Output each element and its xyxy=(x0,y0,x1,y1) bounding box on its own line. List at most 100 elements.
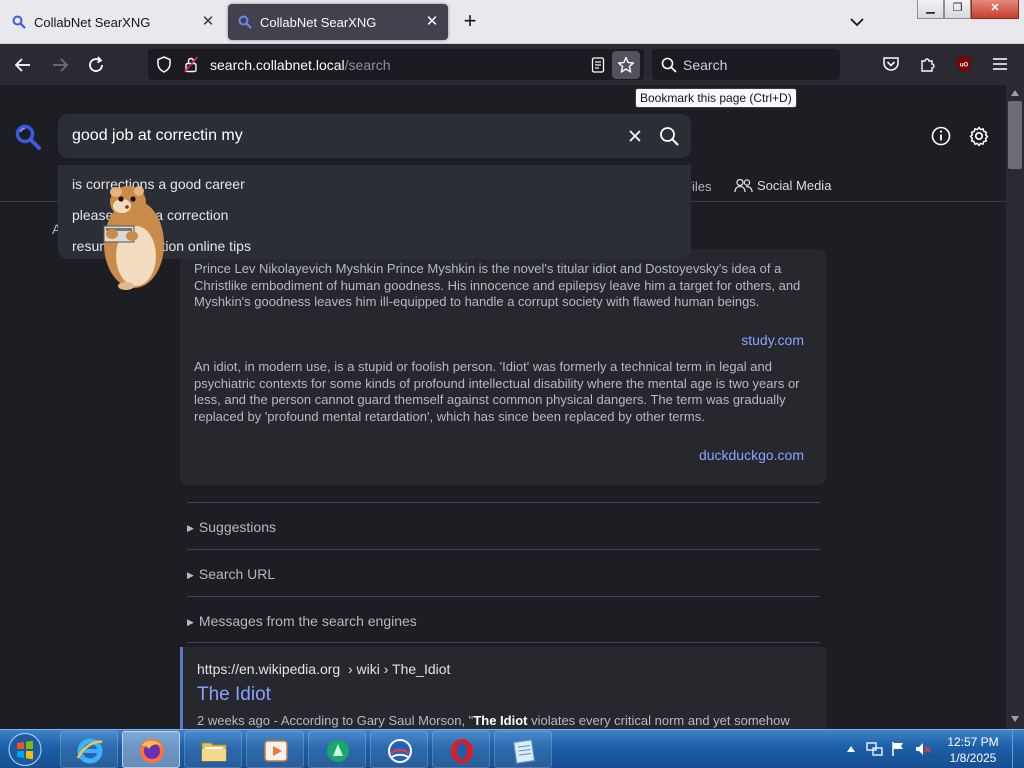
infobox: Prince Lev Nikolayevich Myshkin Prince M… xyxy=(180,249,826,485)
taskbar-media-player[interactable] xyxy=(246,731,304,768)
taskbar-opera[interactable] xyxy=(432,731,490,768)
windows-taskbar: 12:57 PM 1/8/2025 xyxy=(0,729,1024,768)
infobox-source-link[interactable]: duckduckgo.com xyxy=(699,447,804,463)
infobox-source-link[interactable]: study.com xyxy=(741,332,804,348)
searxng-page: good job at correctin my Files Social Me… xyxy=(0,85,1006,729)
snippet-prefix: 2 weeks ago - According to Gary Saul Mor… xyxy=(197,713,474,728)
result-url[interactable]: https://en.wikipedia.org › wiki › The_Id… xyxy=(197,661,450,677)
bookmark-tooltip: Bookmark this page (Ctrl+D) xyxy=(635,88,797,108)
divider xyxy=(187,502,820,503)
details-label: Suggestions xyxy=(198,519,276,535)
close-tab-icon[interactable]: ✕ xyxy=(200,14,216,30)
details-label: Search URL xyxy=(198,566,276,582)
firefox-icon xyxy=(140,739,164,763)
back-button[interactable] xyxy=(10,52,36,78)
extensions-puzzle-icon[interactable] xyxy=(919,55,937,73)
reader-view-icon[interactable] xyxy=(591,57,605,73)
scrollbar-thumb[interactable] xyxy=(1008,101,1022,169)
details-suggestions[interactable]: ▶ Suggestions xyxy=(187,519,276,535)
show-desktop-button[interactable] xyxy=(1012,730,1024,768)
people-icon xyxy=(734,178,753,193)
searxng-logo-icon[interactable] xyxy=(14,123,42,151)
search-placeholder: Search xyxy=(683,57,728,73)
search-query-text: good job at correctin my xyxy=(72,127,243,144)
search-submit-icon[interactable] xyxy=(658,125,680,147)
hamster-desktop-pet[interactable] xyxy=(92,182,168,292)
tab-collabnet-2[interactable]: CollabNet SearXNG ✕ xyxy=(228,4,448,40)
disclosure-triangle-icon: ▶ xyxy=(187,570,194,580)
clear-search-icon[interactable] xyxy=(624,125,646,147)
window-close-button[interactable]: ✕ xyxy=(971,0,1019,19)
result-url-path: › wiki › The_Idiot xyxy=(347,661,451,677)
search-query-box[interactable]: good job at correctin my xyxy=(58,114,691,158)
bookmark-star-button[interactable] xyxy=(612,51,640,79)
new-tab-button[interactable]: + xyxy=(458,10,482,34)
window-controls: ▁ ❐ ✕ xyxy=(917,0,1019,20)
snippet-suffix: violates every critical norm and yet som… xyxy=(527,713,790,728)
details-engine-messages[interactable]: ▶ Messages from the search engines xyxy=(187,613,417,629)
taskbar-internet-explorer[interactable] xyxy=(60,731,118,768)
clock-date: 1/8/2025 xyxy=(949,751,997,765)
divider xyxy=(187,549,820,550)
forward-arrow-icon xyxy=(53,58,69,72)
clock-time: 12:57 PM xyxy=(947,735,999,749)
page-scrollbar[interactable] xyxy=(1006,85,1024,729)
svg-text:uO: uO xyxy=(960,63,969,69)
category-social-label: Social Media xyxy=(757,178,832,193)
folder-icon xyxy=(201,742,227,762)
minimize-button[interactable]: ▁ xyxy=(917,0,944,19)
url-path: /search xyxy=(344,57,391,73)
internet-explorer-icon xyxy=(76,738,103,764)
infobox-paragraph: Prince Lev Nikolayevich Myshkin Prince M… xyxy=(194,261,801,309)
tab-strip: CollabNet SearXNG ✕ CollabNet SearXNG ✕ … xyxy=(0,0,1024,44)
taskbar-app-green[interactable] xyxy=(308,731,366,768)
taskbar-file-explorer[interactable] xyxy=(184,731,242,768)
url-bar[interactable]: search.collabnet.local/search xyxy=(148,49,644,80)
media-player-icon xyxy=(264,740,288,762)
search-result: https://en.wikipedia.org › wiki › The_Id… xyxy=(180,647,826,729)
snippet-highlight: The Idiot xyxy=(473,713,528,728)
taskbar-notepad[interactable] xyxy=(494,731,552,768)
tracking-protection-shield-icon[interactable] xyxy=(156,56,172,73)
notepad-icon xyxy=(513,739,536,764)
scroll-down-arrow-icon[interactable] xyxy=(1010,715,1020,723)
url-text: search.collabnet.local/search xyxy=(210,57,391,73)
navigation-toolbar: search.collabnet.local/search Search uO xyxy=(0,44,1024,85)
settings-gear-icon[interactable] xyxy=(968,125,990,147)
close-tab-icon[interactable]: ✕ xyxy=(424,14,440,30)
windows-start-orb-icon[interactable] xyxy=(6,731,44,768)
ublock-origin-icon[interactable]: uO xyxy=(955,55,973,73)
result-url-host: https://en.wikipedia.org xyxy=(197,661,341,677)
pocket-icon[interactable] xyxy=(882,55,900,73)
insecure-lock-icon[interactable] xyxy=(184,56,198,73)
divider xyxy=(187,596,820,597)
result-snippet: 2 weeks ago - According to Gary Saul Mor… xyxy=(197,713,790,728)
restore-button[interactable]: ❐ xyxy=(944,0,971,19)
opera-icon xyxy=(451,739,473,763)
star-icon xyxy=(617,56,635,73)
info-icon[interactable] xyxy=(930,125,952,147)
details-search-url[interactable]: ▶ Search URL xyxy=(187,566,275,582)
taskbar-clock[interactable]: 12:57 PM 1/8/2025 xyxy=(936,734,1010,766)
taskbar-firefox[interactable] xyxy=(122,731,180,768)
url-host: search.collabnet.local xyxy=(210,57,345,73)
scroll-up-arrow-icon[interactable] xyxy=(1010,89,1020,97)
tab-title: CollabNet SearXNG xyxy=(260,14,377,30)
browser-search-bar[interactable]: Search xyxy=(652,49,840,80)
forward-button[interactable] xyxy=(47,52,73,78)
blue-orb-app-icon xyxy=(388,739,412,763)
menu-hamburger-icon[interactable] xyxy=(991,56,1009,72)
action-center-flag-icon[interactable] xyxy=(890,741,906,757)
searxng-favicon-icon xyxy=(238,15,252,29)
show-hidden-icons-arrow-icon[interactable] xyxy=(846,745,856,753)
tab-collabnet-1[interactable]: CollabNet SearXNG ✕ xyxy=(2,4,224,40)
result-title-link[interactable]: The Idiot xyxy=(197,684,271,706)
taskbar-app-blue-orb[interactable] xyxy=(370,731,428,768)
reload-button[interactable] xyxy=(83,52,109,78)
list-all-tabs-icon[interactable] xyxy=(846,12,868,32)
tab-title: CollabNet SearXNG xyxy=(34,14,151,30)
details-label: Messages from the search engines xyxy=(198,613,417,629)
volume-muted-icon[interactable] xyxy=(914,741,932,757)
category-social-media[interactable]: Social Media xyxy=(734,178,831,193)
network-icon[interactable] xyxy=(866,741,884,757)
